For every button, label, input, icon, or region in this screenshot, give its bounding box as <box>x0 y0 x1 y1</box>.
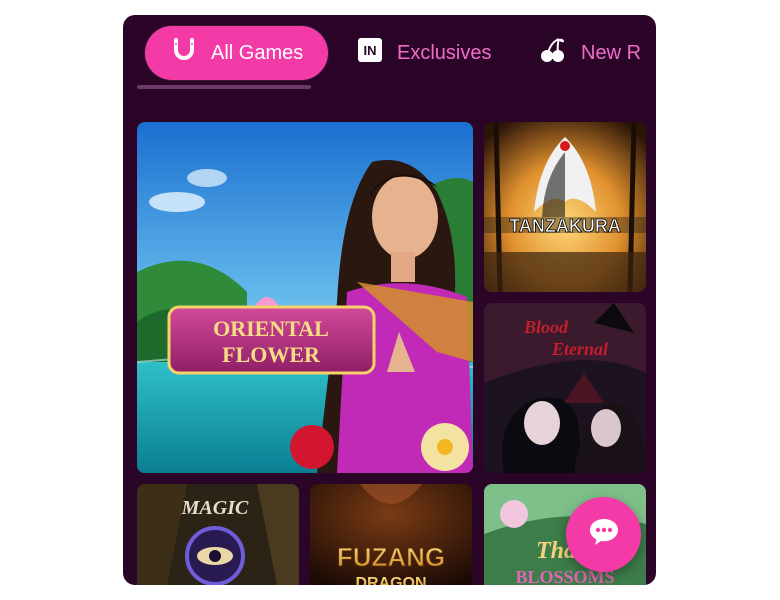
game-title-line2: Eternal <box>551 339 608 359</box>
category-tabs: All Games IN Exclusives New R <box>123 15 656 105</box>
tab-label: All Games <box>211 41 304 64</box>
tab-scroll-indicator <box>137 85 311 89</box>
game-title-line1: FUZANG <box>337 542 445 572</box>
game-tile-oriental-flower[interactable]: ORIENTAL FLOWER <box>137 122 473 473</box>
game-title-line1: Blood <box>523 317 569 337</box>
game-title-line1: ORIENTAL <box>213 316 329 341</box>
tab-label: New R <box>581 41 642 64</box>
game-tile-tanzakura[interactable]: TANZAKURA <box>484 122 646 292</box>
game-title-line2: FLOWER <box>222 342 321 367</box>
game-tile-fuzang-dragon[interactable]: FUZANG DRAGON <box>310 484 472 585</box>
game-tile-blood-eternal[interactable]: Blood Eternal <box>484 303 646 473</box>
games-panel: All Games IN Exclusives New R ORIENTAL F… <box>123 15 656 585</box>
svg-text:IN: IN <box>364 43 377 58</box>
chat-bubble-icon <box>588 517 620 552</box>
live-chat-button[interactable] <box>566 497 641 572</box>
cherries-icon <box>539 36 567 70</box>
game-tile-magic[interactable]: MAGIC <box>137 484 299 585</box>
tab-new-releases[interactable]: New R <box>539 27 641 79</box>
in-badge-icon: IN <box>357 37 383 69</box>
tab-all-games[interactable]: All Games <box>145 26 328 80</box>
horseshoe-icon <box>171 37 197 69</box>
game-title: MAGIC <box>181 497 249 519</box>
game-title: TANZAKURA <box>509 216 621 236</box>
tab-exclusives[interactable]: IN Exclusives <box>357 27 491 79</box>
game-title-line2: DRAGON <box>355 575 426 585</box>
tab-label: Exclusives <box>397 41 492 64</box>
